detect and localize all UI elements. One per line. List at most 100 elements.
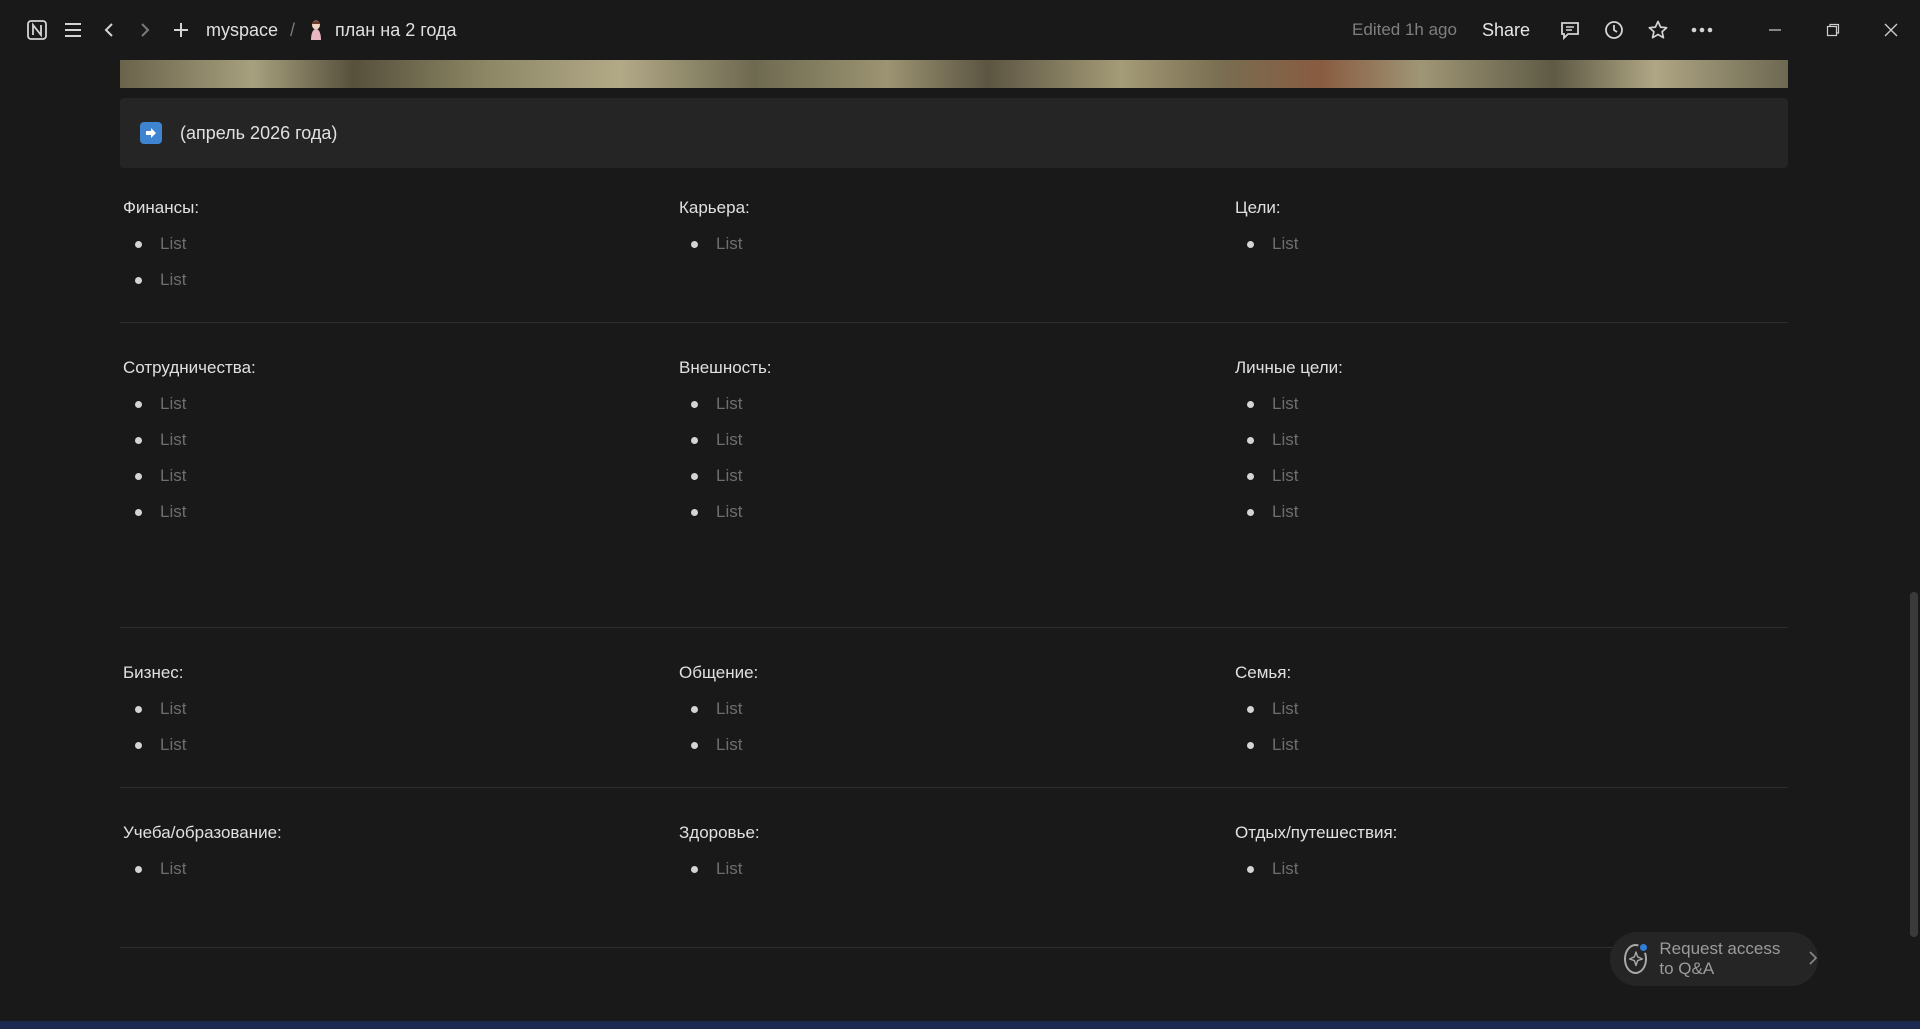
list-item[interactable]: List — [679, 691, 1232, 727]
sidebar-menu-icon[interactable] — [56, 13, 90, 47]
list-item[interactable]: List — [679, 226, 1232, 262]
section-travel: Отдых/путешествия: List — [1232, 815, 1788, 887]
section-title: Бизнес: — [123, 663, 184, 682]
page-emoji-icon — [307, 19, 325, 41]
list-item[interactable]: List — [123, 386, 676, 422]
bullet-icon — [1247, 865, 1254, 873]
list-item[interactable]: List — [1235, 727, 1788, 763]
section-title: Финансы: — [123, 198, 200, 217]
list-item[interactable]: List — [1235, 422, 1788, 458]
list-item[interactable]: List — [123, 422, 676, 458]
section-row-3: Бизнес: List List Общение: List List Сем… — [120, 655, 1788, 763]
bullet-icon — [135, 276, 142, 284]
bullet-icon — [135, 400, 142, 408]
minimize-window-icon[interactable] — [1746, 0, 1804, 60]
list-item[interactable]: List — [1235, 851, 1788, 887]
list-item[interactable]: List — [123, 494, 676, 530]
divider — [120, 787, 1788, 788]
arrow-right-icon — [140, 122, 162, 144]
bullet-icon — [691, 741, 698, 749]
notification-dot — [1638, 942, 1650, 953]
section-title: Внешность: — [679, 358, 772, 377]
notion-logo-icon[interactable] — [20, 13, 54, 47]
section-row-4: Учеба/образование: List Здоровье: List О… — [120, 815, 1788, 887]
bullet-icon — [1247, 508, 1254, 516]
restore-window-icon[interactable] — [1804, 0, 1862, 60]
list-item[interactable]: List — [123, 851, 676, 887]
section-title: Личные цели: — [1235, 358, 1343, 377]
share-button[interactable]: Share — [1482, 20, 1530, 41]
back-arrow-icon[interactable] — [92, 13, 126, 47]
bullet-icon — [135, 865, 142, 873]
section-title: Сотрудничества: — [123, 358, 256, 377]
favorite-star-icon[interactable] — [1644, 16, 1672, 44]
list-item[interactable]: List — [1235, 494, 1788, 530]
section-title: Отдых/путешествия: — [1235, 823, 1398, 842]
bullet-icon — [1247, 436, 1254, 444]
bullet-icon — [135, 705, 142, 713]
list-item[interactable]: List — [123, 458, 676, 494]
breadcrumb: myspace / план на 2 года — [206, 19, 457, 41]
section-communication: Общение: List List — [676, 655, 1232, 763]
section-family: Семья: List List — [1232, 655, 1788, 763]
bullet-icon — [691, 705, 698, 713]
list-item[interactable]: List — [679, 386, 1232, 422]
comments-icon[interactable] — [1556, 16, 1584, 44]
cover-image — [120, 60, 1788, 88]
section-collaborations: Сотрудничества: List List List List — [120, 350, 676, 530]
section-row-2: Сотрудничества: List List List List Внеш… — [120, 350, 1788, 530]
breadcrumb-page-title[interactable]: план на 2 года — [335, 20, 456, 41]
bullet-icon — [691, 865, 698, 873]
breadcrumb-separator: / — [290, 19, 296, 40]
section-goals: Цели: List — [1232, 190, 1788, 298]
bullet-icon — [135, 472, 142, 480]
bullet-icon — [691, 400, 698, 408]
list-item[interactable]: List — [123, 262, 676, 298]
list-item[interactable]: List — [1235, 458, 1788, 494]
taskbar-edge — [0, 1021, 1920, 1029]
history-clock-icon[interactable] — [1600, 16, 1628, 44]
list-item[interactable]: List — [679, 494, 1232, 530]
request-qa-access-button[interactable]: Request access to Q&A — [1610, 932, 1818, 986]
bullet-icon — [135, 240, 142, 248]
close-window-icon[interactable] — [1862, 0, 1920, 60]
bullet-icon — [135, 508, 142, 516]
list-item[interactable]: List — [679, 458, 1232, 494]
scrollbar-thumb[interactable] — [1910, 592, 1918, 937]
section-title: Здоровье: — [679, 823, 760, 842]
list-item[interactable]: List — [1235, 691, 1788, 727]
list-item[interactable]: List — [1235, 226, 1788, 262]
title-bar: myspace / план на 2 года Edited 1h ago S… — [0, 0, 1920, 60]
callout-text: (апрель 2026 года) — [180, 122, 338, 143]
list-item[interactable]: List — [1235, 386, 1788, 422]
section-title: Семья: — [1235, 663, 1292, 682]
list-item[interactable]: List — [123, 727, 676, 763]
section-education: Учеба/образование: List — [120, 815, 676, 887]
list-item[interactable]: List — [679, 727, 1232, 763]
divider — [120, 627, 1788, 628]
breadcrumb-workspace[interactable]: myspace — [206, 20, 278, 41]
bullet-icon — [691, 240, 698, 248]
section-health: Здоровье: List — [676, 815, 1232, 887]
edited-timestamp: Edited 1h ago — [1352, 20, 1457, 39]
bullet-icon — [1247, 400, 1254, 408]
divider — [120, 947, 1788, 948]
section-finance: Финансы: List List — [120, 190, 676, 298]
list-item[interactable]: List — [123, 226, 676, 262]
more-options-icon[interactable] — [1688, 16, 1716, 44]
section-career: Карьера: List — [676, 190, 1232, 298]
section-title: Цели: — [1235, 198, 1281, 217]
list-item[interactable]: List — [679, 851, 1232, 887]
list-item[interactable]: List — [123, 691, 676, 727]
list-item[interactable]: List — [679, 422, 1232, 458]
forward-arrow-icon[interactable] — [128, 13, 162, 47]
sparkle-icon — [1624, 942, 1650, 974]
section-row-1: Финансы: List List Карьера: List Цели: L… — [120, 190, 1788, 298]
bullet-icon — [1247, 705, 1254, 713]
section-title: Учеба/образование: — [123, 823, 282, 842]
bullet-icon — [135, 436, 142, 444]
chevron-right-icon — [1808, 949, 1818, 970]
callout-block[interactable]: (апрель 2026 года) — [120, 98, 1788, 168]
section-appearance: Внешность: List List List List — [676, 350, 1232, 530]
new-page-plus-icon[interactable] — [164, 13, 198, 47]
